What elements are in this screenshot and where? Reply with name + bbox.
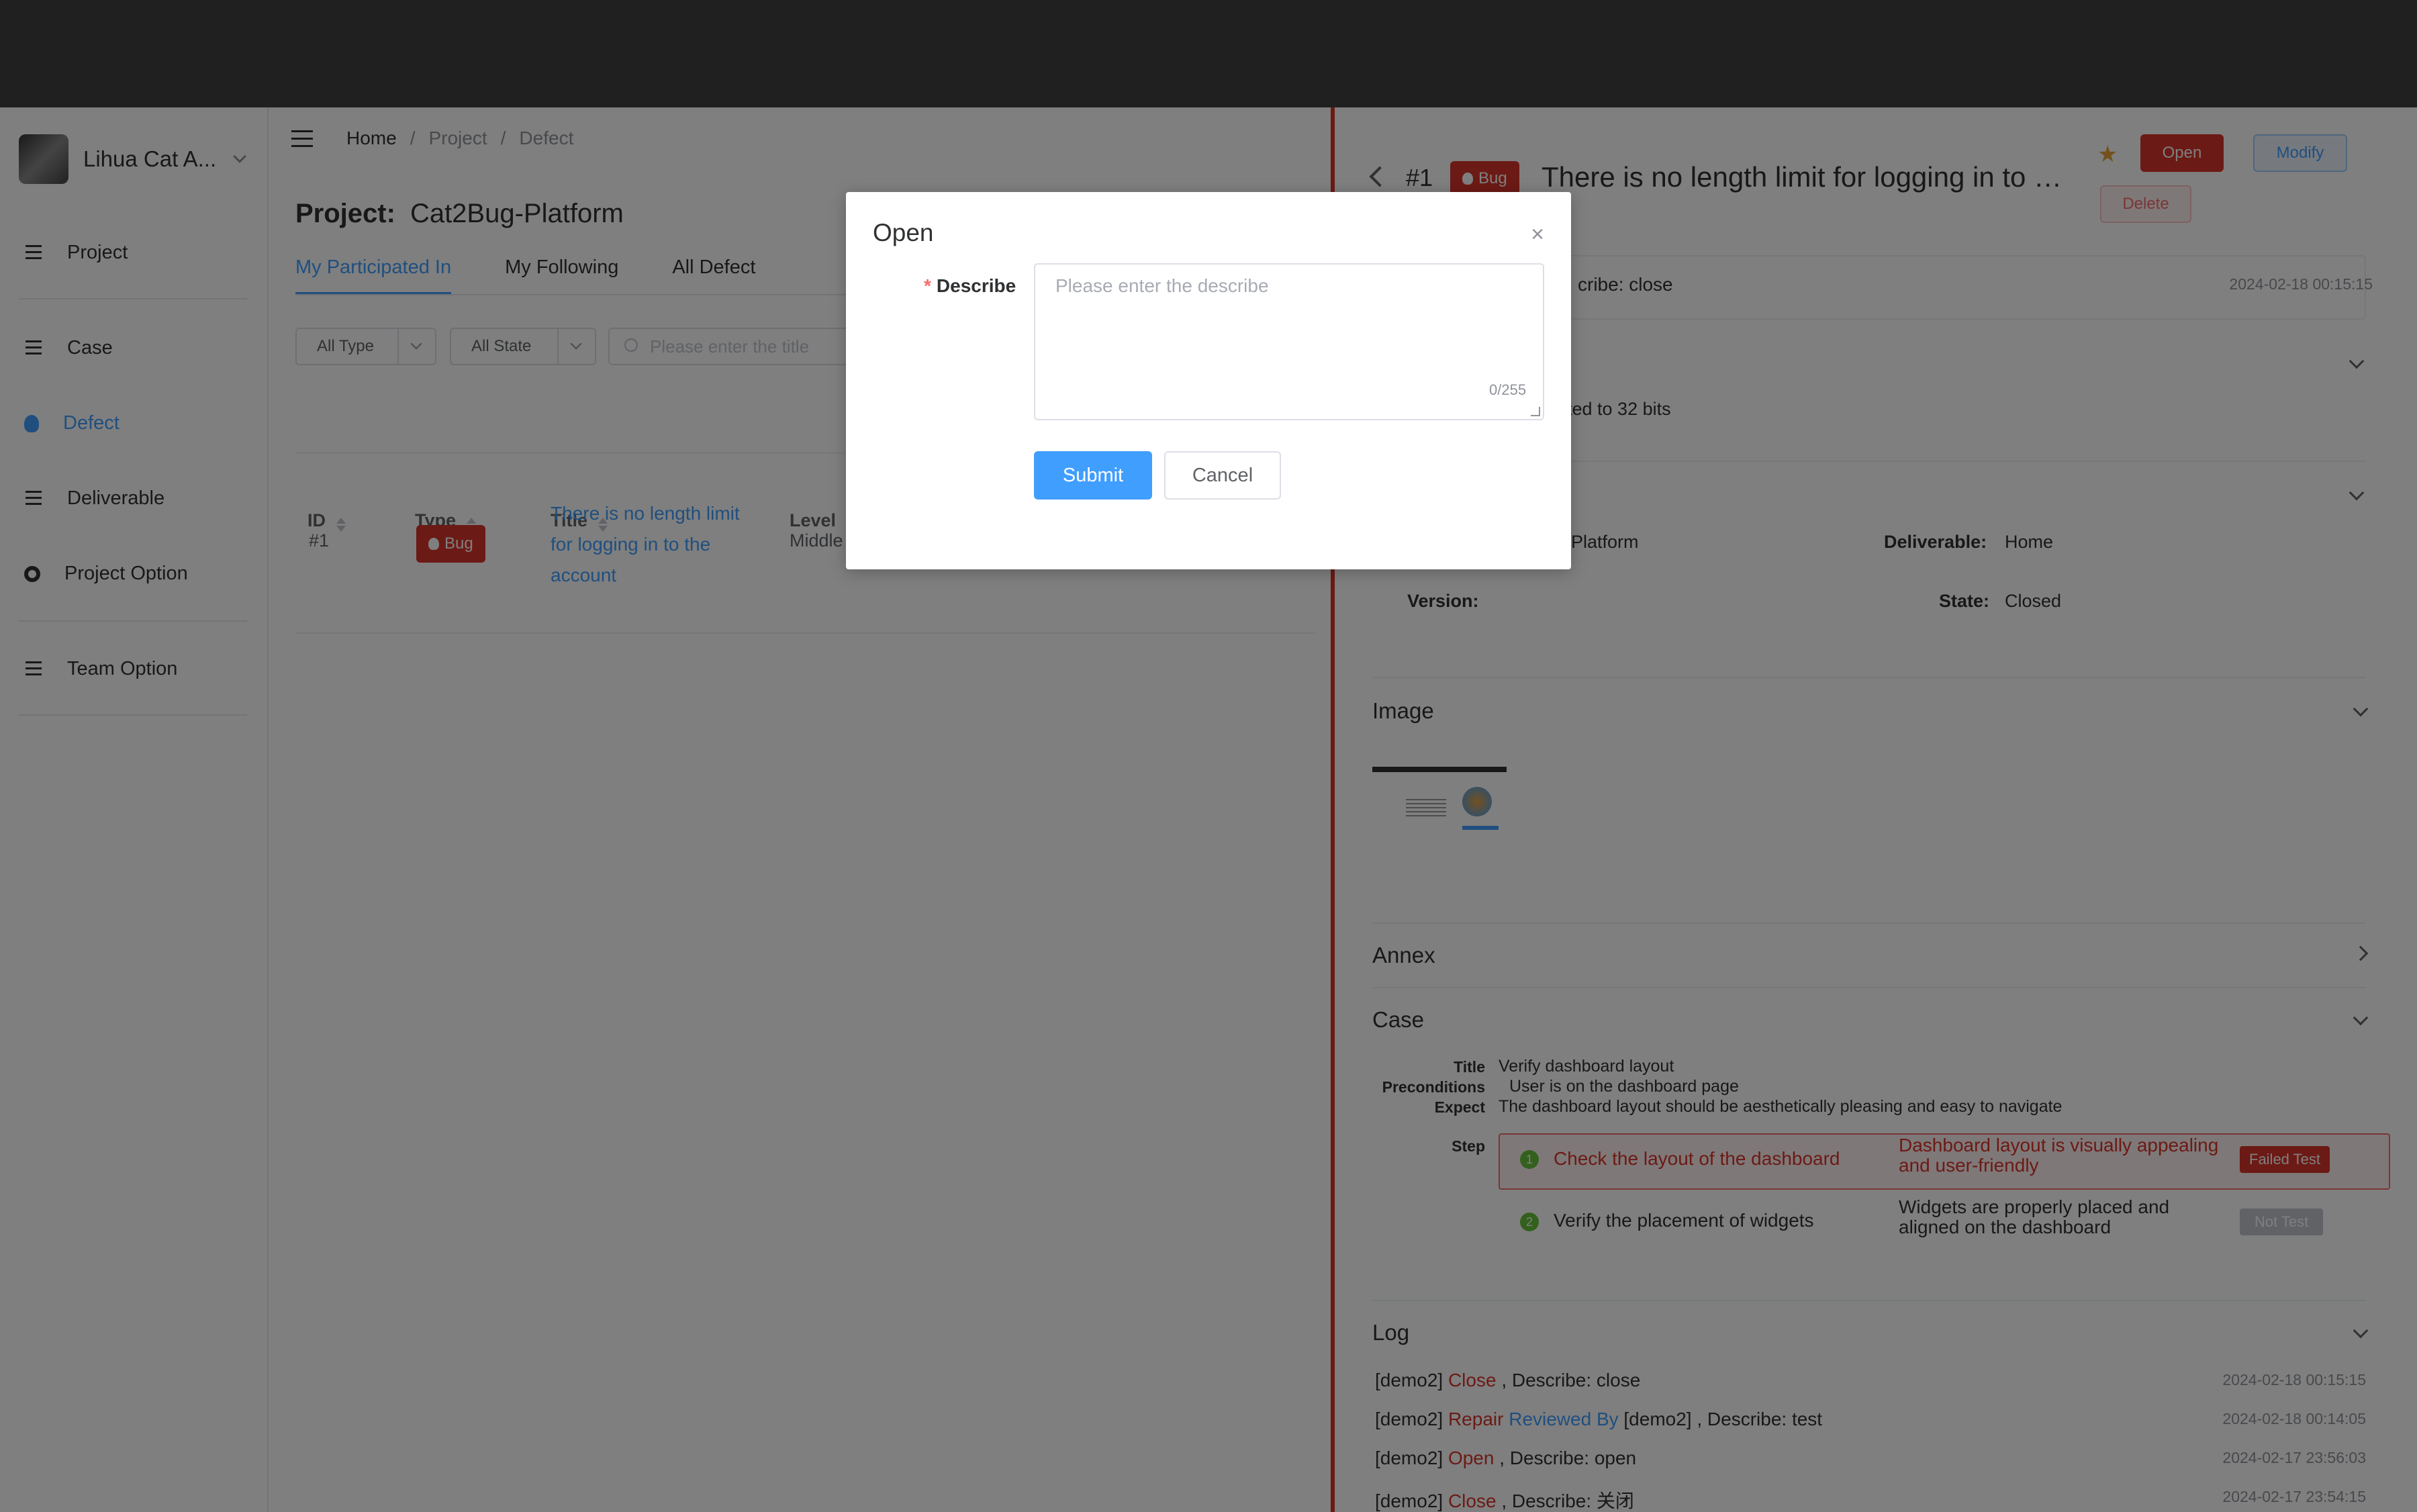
top-bar — [0, 0, 2417, 107]
dialog-title: Open — [873, 219, 934, 246]
open-dialog: Open × * Describe Please enter the descri… — [846, 192, 1571, 569]
submit-button[interactable]: Submit — [1034, 451, 1152, 500]
close-icon[interactable]: × — [1531, 222, 1544, 248]
describe-label-text: Describe — [936, 275, 1016, 296]
required-mark: * — [924, 275, 931, 296]
cancel-button[interactable]: Cancel — [1164, 451, 1281, 500]
resize-handle-icon[interactable] — [1531, 407, 1540, 416]
describe-label: * Describe — [924, 275, 1016, 297]
describe-placeholder: Please enter the describe — [1055, 275, 1269, 296]
char-counter: 0/255 — [1489, 381, 1527, 398]
